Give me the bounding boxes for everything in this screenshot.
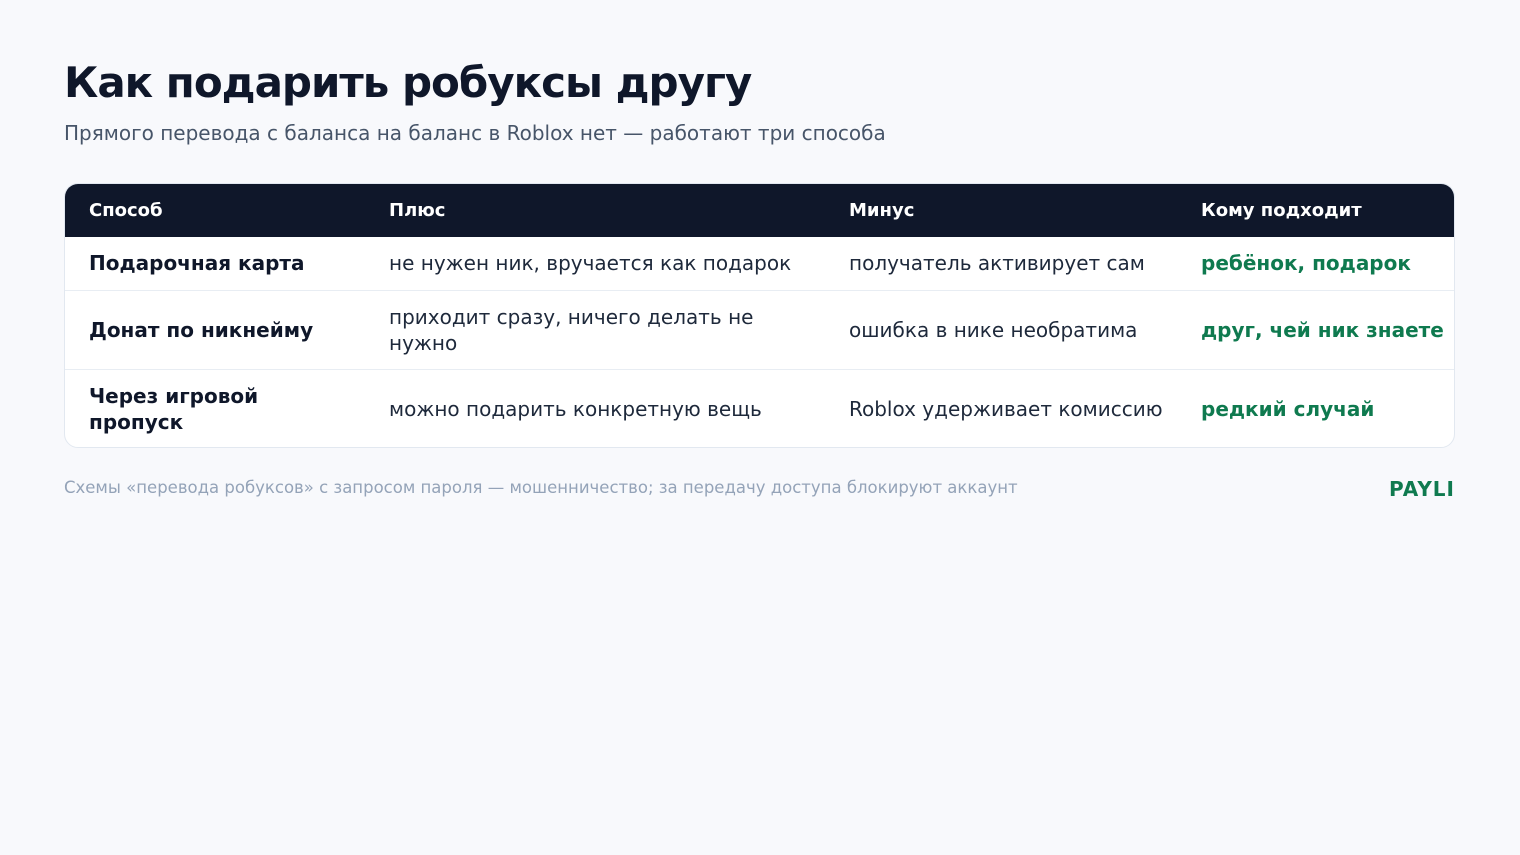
con-cell: получатель активирует сам — [849, 251, 1145, 276]
table-row: Донат по никнейму приходит сразу, ничего… — [65, 289, 1454, 369]
column-header-fit: Кому подходит — [1201, 200, 1362, 221]
pro-cell: не нужен ник, вручается как подарок — [389, 251, 792, 276]
footnote-warning: Схемы «перевода робуксов» с запросом пар… — [64, 478, 1018, 497]
page-subtitle: Прямого перевода с баланса на баланс в R… — [64, 121, 886, 145]
pro-cell: можно подарить конкретную вещь — [365, 368, 825, 447]
method-cell: Подарочная карта — [89, 251, 305, 276]
fit-cell: редкий случай — [1177, 368, 1454, 447]
page-title: Как подарить робуксы другу — [64, 58, 752, 107]
column-header-method: Способ — [89, 200, 163, 221]
method-cell: Через игровой пропуск — [65, 368, 365, 447]
table-row: Подарочная карта не нужен ник, вручается… — [65, 237, 1454, 290]
comparison-table-card: Способ Плюс Минус Кому подходит Подарочн… — [64, 183, 1455, 448]
con-cell: Roblox удерживает комиссию — [825, 368, 1177, 447]
brand-logo: PAYLI — [1388, 477, 1455, 501]
con-cell: ошибка в нике необратима — [825, 289, 1177, 369]
fit-cell: ребёнок, подарок — [1201, 251, 1411, 276]
table-row: Через игровой пропуск можно подарить кон… — [65, 368, 1454, 447]
column-header-con: Минус — [849, 200, 915, 221]
column-header-pro: Плюс — [389, 200, 446, 221]
pro-cell: приходит сразу, ничего делать не нужно — [365, 289, 825, 369]
table-header-row: Способ Плюс Минус Кому подходит — [65, 184, 1454, 237]
fit-cell: друг, чей ник знаете — [1177, 289, 1454, 369]
comparison-table: Способ Плюс Минус Кому подходит Подарочн… — [65, 184, 1454, 447]
method-cell: Донат по никнейму — [65, 289, 365, 369]
page: Как подарить робуксы другу Прямого перев… — [0, 0, 1520, 855]
